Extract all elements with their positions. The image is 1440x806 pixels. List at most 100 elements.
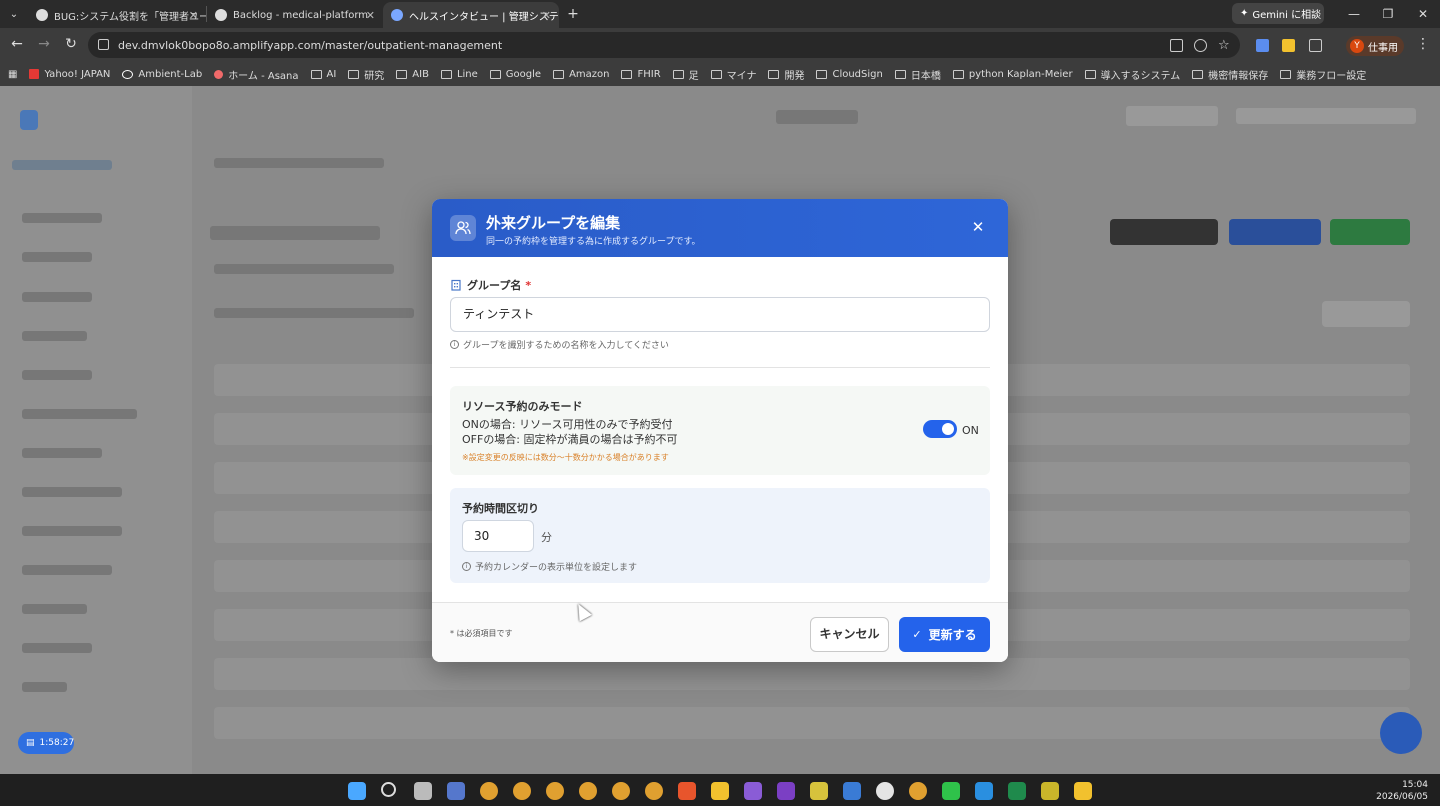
bookmark-item[interactable]: Ambient-Lab bbox=[122, 69, 202, 80]
notification-icon[interactable] bbox=[1074, 782, 1092, 800]
site-info-icon[interactable] bbox=[98, 39, 109, 50]
folder-icon bbox=[952, 69, 964, 79]
visualstudio-icon[interactable] bbox=[744, 782, 762, 800]
required-mark: * bbox=[525, 278, 532, 292]
bookmark-folder[interactable]: 研究 bbox=[348, 67, 384, 82]
bookmark-folder[interactable]: AIB bbox=[396, 69, 429, 80]
brave-icon[interactable] bbox=[678, 782, 696, 800]
close-icon[interactable]: ✕ bbox=[189, 9, 198, 22]
forward-icon[interactable]: → bbox=[35, 36, 53, 52]
github-icon bbox=[215, 9, 227, 21]
new-tab-button[interactable]: + bbox=[559, 6, 587, 22]
folder-icon[interactable] bbox=[711, 782, 729, 800]
menu-icon[interactable]: ⋮ bbox=[1414, 36, 1432, 52]
app-icon[interactable] bbox=[1041, 782, 1059, 800]
bookmark-label: Yahoo! JAPAN bbox=[44, 68, 111, 80]
modal-subtitle: 同一の予約枠を管理する為に作成するグループです。 bbox=[486, 237, 701, 247]
slack-icon[interactable] bbox=[876, 782, 894, 800]
time-slot-section: 予約時間区切り 30 分 i 予約カレンダーの表示単位を設定します bbox=[450, 488, 990, 583]
close-icon[interactable]: ✕ bbox=[970, 219, 986, 235]
bookmark-folder[interactable]: Amazon bbox=[553, 69, 609, 80]
close-window-icon[interactable]: ✕ bbox=[1406, 0, 1440, 28]
bookmark-folder[interactable]: Line bbox=[440, 69, 478, 80]
chrome-icon[interactable] bbox=[546, 782, 564, 800]
address-bar[interactable]: dev.dmvlok0bopo8o.amplifyapp.com/master/… bbox=[88, 32, 1240, 58]
system-clock[interactable]: 15:04 2026/06/05 bbox=[1376, 779, 1428, 803]
search-icon[interactable] bbox=[381, 782, 396, 797]
time-slot-input[interactable]: 30 bbox=[462, 520, 534, 552]
bookmark-folder[interactable]: 開発 bbox=[768, 67, 804, 82]
extension-icon[interactable] bbox=[1256, 39, 1269, 52]
tab-label: ヘルスインタビュー | 管理システム bbox=[409, 11, 559, 23]
group-name-input[interactable]: ティンテスト bbox=[450, 297, 990, 332]
browser-tab-healthinterview[interactable]: ヘルスインタビュー | 管理システム ✕ bbox=[383, 2, 559, 28]
chrome-icon[interactable] bbox=[513, 782, 531, 800]
chrome-icon[interactable] bbox=[612, 782, 630, 800]
taskview-icon[interactable] bbox=[414, 782, 432, 800]
gemini-button[interactable]: ✦ Gemini に相談 bbox=[1232, 3, 1324, 24]
folder-icon bbox=[710, 69, 722, 79]
close-icon[interactable]: ✕ bbox=[366, 9, 375, 22]
close-icon[interactable]: ✕ bbox=[542, 9, 551, 22]
back-icon[interactable]: ← bbox=[8, 36, 26, 52]
tab-search-icon[interactable]: ⌄ bbox=[0, 9, 28, 20]
bookmark-folder[interactable]: python Kaplan-Meier bbox=[952, 69, 1073, 80]
onenote-icon[interactable] bbox=[777, 782, 795, 800]
key-icon[interactable] bbox=[1194, 39, 1207, 52]
group-name-hint-text: グループを識別するための名称を入力してください bbox=[463, 341, 669, 351]
toggle-knob bbox=[942, 423, 954, 435]
bookmark-folder[interactable]: FHIR bbox=[621, 69, 661, 80]
bookmark-folder[interactable]: Google bbox=[489, 69, 541, 80]
time-slot-unit: 分 bbox=[541, 531, 552, 544]
chrome-icon[interactable] bbox=[480, 782, 498, 800]
bookmark-label: Ambient-Lab bbox=[138, 68, 203, 80]
puzzle-icon[interactable] bbox=[1309, 39, 1322, 52]
bookmark-label: 足 bbox=[688, 70, 699, 82]
browser-tab-backlog[interactable]: Backlog - medical-platform ✕ bbox=[207, 2, 383, 28]
avatar: Y bbox=[1350, 39, 1364, 53]
bookmark-label: Amazon bbox=[569, 68, 610, 80]
app-icon[interactable] bbox=[843, 782, 861, 800]
star-icon[interactable]: ☆ bbox=[1218, 39, 1231, 52]
bookmark-label: 業務フロー設定 bbox=[1296, 70, 1367, 82]
bookmark-folder[interactable]: CloudSign bbox=[816, 69, 883, 80]
bookmark-item[interactable]: Yahoo! JAPAN bbox=[29, 69, 110, 80]
bookmark-label: 開発 bbox=[784, 70, 805, 82]
install-icon[interactable] bbox=[1170, 39, 1183, 52]
chat-fab-button[interactable] bbox=[1380, 712, 1422, 754]
url-text: dev.dmvlok0bopo8o.amplifyapp.com/master/… bbox=[118, 38, 503, 52]
line-icon[interactable] bbox=[942, 782, 960, 800]
restore-icon[interactable]: ❐ bbox=[1371, 0, 1405, 28]
bookmark-folder[interactable]: 業務フロー設定 bbox=[1280, 67, 1366, 82]
bookmark-folder[interactable]: 足 bbox=[672, 67, 699, 82]
folder-icon bbox=[621, 69, 633, 79]
bookmark-folder[interactable]: 導入するシステム bbox=[1084, 67, 1180, 82]
profile-chip[interactable]: Y 仕事用 bbox=[1346, 36, 1404, 56]
bookmark-folder[interactable]: 日本橋 bbox=[894, 67, 941, 82]
minimize-icon[interactable]: — bbox=[1337, 0, 1371, 28]
resource-mode-toggle[interactable] bbox=[923, 420, 957, 438]
app-icon[interactable] bbox=[810, 782, 828, 800]
extension-icon[interactable] bbox=[1282, 39, 1295, 52]
clock-date: 2026/06/05 bbox=[1376, 792, 1428, 802]
required-note: * は必須項目です bbox=[450, 629, 513, 638]
info-icon: i bbox=[450, 340, 459, 349]
vscode-icon[interactable] bbox=[975, 782, 993, 800]
chrome-icon[interactable] bbox=[909, 782, 927, 800]
update-button[interactable]: ✓ 更新する bbox=[899, 617, 990, 652]
session-timer[interactable]: ▤ 1:58:27 bbox=[18, 732, 74, 754]
bookmark-folder[interactable]: マイナ bbox=[710, 67, 756, 82]
chrome-icon[interactable] bbox=[579, 782, 597, 800]
apps-icon[interactable]: ▦ bbox=[8, 69, 17, 80]
folder-icon bbox=[396, 69, 408, 79]
start-icon[interactable] bbox=[348, 782, 366, 800]
excel-icon[interactable] bbox=[1008, 782, 1026, 800]
bookmark-folder[interactable]: AI bbox=[310, 69, 336, 80]
reload-icon[interactable]: ↻ bbox=[62, 36, 80, 52]
bookmark-item[interactable]: ホーム - Asana bbox=[214, 67, 299, 82]
cancel-button[interactable]: キャンセル bbox=[810, 617, 889, 652]
bookmark-folder[interactable]: 機密情報保存 bbox=[1192, 67, 1268, 82]
app-icon[interactable] bbox=[447, 782, 465, 800]
browser-tab-bug[interactable]: BUG:システム役割を「管理者ユーザ ✕ bbox=[28, 2, 206, 28]
chrome-icon[interactable] bbox=[645, 782, 663, 800]
